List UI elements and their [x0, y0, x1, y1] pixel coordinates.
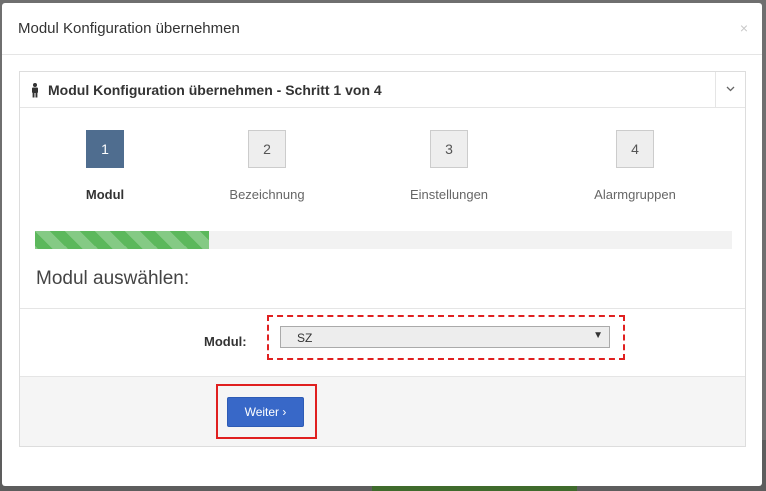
panel-heading: Modul Konfiguration übernehmen - Schritt…	[20, 72, 745, 108]
step-number: 3	[430, 130, 468, 168]
next-button[interactable]: Weiter ›	[227, 397, 304, 427]
modal-dialog: Modul Konfiguration übernehmen × Modul K…	[2, 3, 762, 486]
section-title: Modul auswählen:	[36, 268, 190, 289]
wizard-step-2[interactable]: 2 Bezeichnung	[207, 130, 327, 202]
collapse-button[interactable]	[715, 72, 745, 107]
module-select-value: SZ	[297, 331, 313, 345]
panel-title: Modul Konfiguration übernehmen - Schritt…	[48, 82, 382, 98]
wizard-step-3[interactable]: 3 Einstellungen	[389, 130, 509, 202]
step-label: Bezeichnung	[229, 187, 305, 202]
wizard-panel: Modul Konfiguration übernehmen - Schritt…	[19, 71, 746, 447]
panel-footer	[20, 376, 745, 446]
chevron-down-icon	[726, 86, 735, 92]
step-number: 1	[86, 130, 124, 168]
dropdown-arrow-icon: ▼	[593, 330, 603, 341]
modal-title: Modul Konfiguration übernehmen	[18, 20, 240, 37]
step-label: Einstellungen	[409, 187, 489, 202]
wizard-step-4[interactable]: 4 Alarmgruppen	[575, 130, 695, 202]
wizard-step-1[interactable]: 1 Modul	[45, 130, 165, 202]
progress-bar-fill	[35, 231, 210, 249]
progress-bar-track	[35, 231, 732, 249]
divider	[20, 308, 745, 309]
step-label: Alarmgruppen	[594, 187, 676, 202]
close-icon[interactable]: ×	[740, 21, 748, 35]
step-number: 4	[616, 130, 654, 168]
modal-header: Modul Konfiguration übernehmen ×	[2, 3, 762, 55]
module-select[interactable]: SZ ▼	[280, 326, 610, 348]
person-icon	[32, 83, 38, 98]
step-label: Modul	[85, 187, 125, 202]
module-label: Modul:	[204, 334, 247, 349]
step-number: 2	[248, 130, 286, 168]
